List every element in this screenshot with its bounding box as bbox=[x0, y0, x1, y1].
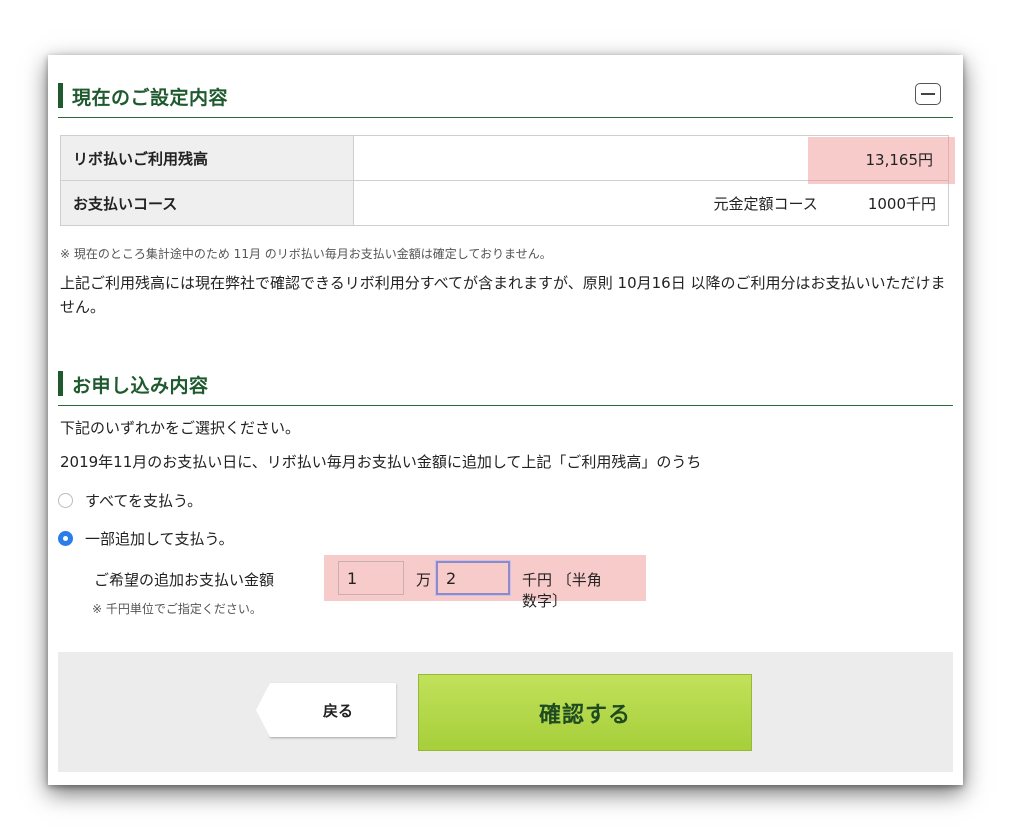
amount-hint: ※ 千円単位でご指定ください。 bbox=[92, 602, 262, 616]
pending-note: ※ 現在のところ集計途中のため 11月 のリボ払い毎月お支払い金額は確定しており… bbox=[60, 247, 552, 261]
table-row: お支払いコース 元金定額コース 1000千円 bbox=[60, 180, 949, 226]
current-settings-header: 現在のご設定内容 bbox=[58, 77, 953, 118]
section-bar bbox=[58, 371, 63, 396]
action-footer: 戻る 確認する bbox=[58, 652, 953, 772]
man-unit: 万 bbox=[416, 571, 432, 589]
amount-sen-input[interactable] bbox=[436, 561, 510, 595]
back-button[interactable]: 戻る bbox=[256, 683, 396, 737]
settings-card: 現在のご設定内容 リボ払いご利用残高 お支払いコース 元金定額コース 1000千円… bbox=[48, 55, 963, 785]
payment-description: 2019年11月のお支払い日に、リボ払い毎月お支払い金額に追加して上記「ご利用残… bbox=[60, 453, 702, 471]
confirm-button[interactable]: 確認する bbox=[418, 674, 752, 751]
course-cell: 元金定額コース 1000千円 bbox=[353, 180, 949, 226]
course-name: 元金定額コース bbox=[713, 194, 818, 213]
option-pay-partial-label: 一部追加して支払う。 bbox=[85, 530, 234, 548]
balance-label: リボ払いご利用残高 bbox=[60, 135, 354, 181]
radio-pay-partial[interactable] bbox=[58, 531, 73, 546]
balance-paragraph: 上記ご利用残高には現在弊社で確認できるリボ利用分すべてが含まれますが、原則 10… bbox=[60, 274, 946, 316]
sen-unit: 千円 〔半角数字〕 bbox=[522, 571, 602, 610]
balance-value: 13,165円 bbox=[865, 151, 934, 169]
amount-man-input[interactable] bbox=[338, 561, 404, 595]
option-pay-all-label: すべてを支払う。 bbox=[85, 492, 203, 510]
application-header: お申し込み内容 bbox=[58, 365, 953, 406]
section-bar bbox=[58, 83, 63, 108]
course-amount: 1000千円 bbox=[867, 194, 936, 213]
application-title: お申し込み内容 bbox=[72, 375, 209, 397]
amount-row: ご希望の追加お支払い金額 万 千円 〔半角数字〕 bbox=[90, 555, 646, 610]
radio-pay-all[interactable] bbox=[58, 493, 73, 508]
collapse-minus-icon[interactable] bbox=[915, 83, 941, 105]
course-label: お支払いコース bbox=[60, 180, 354, 226]
amount-label: ご希望の追加お支払い金額 bbox=[94, 571, 275, 589]
current-settings-title: 現在のご設定内容 bbox=[72, 87, 229, 109]
option-pay-partial[interactable]: 一部追加して支払う。 bbox=[58, 528, 234, 549]
select-instruction: 下記のいずれかをご選択ください。 bbox=[60, 419, 301, 437]
option-pay-all[interactable]: すべてを支払う。 bbox=[58, 490, 202, 511]
